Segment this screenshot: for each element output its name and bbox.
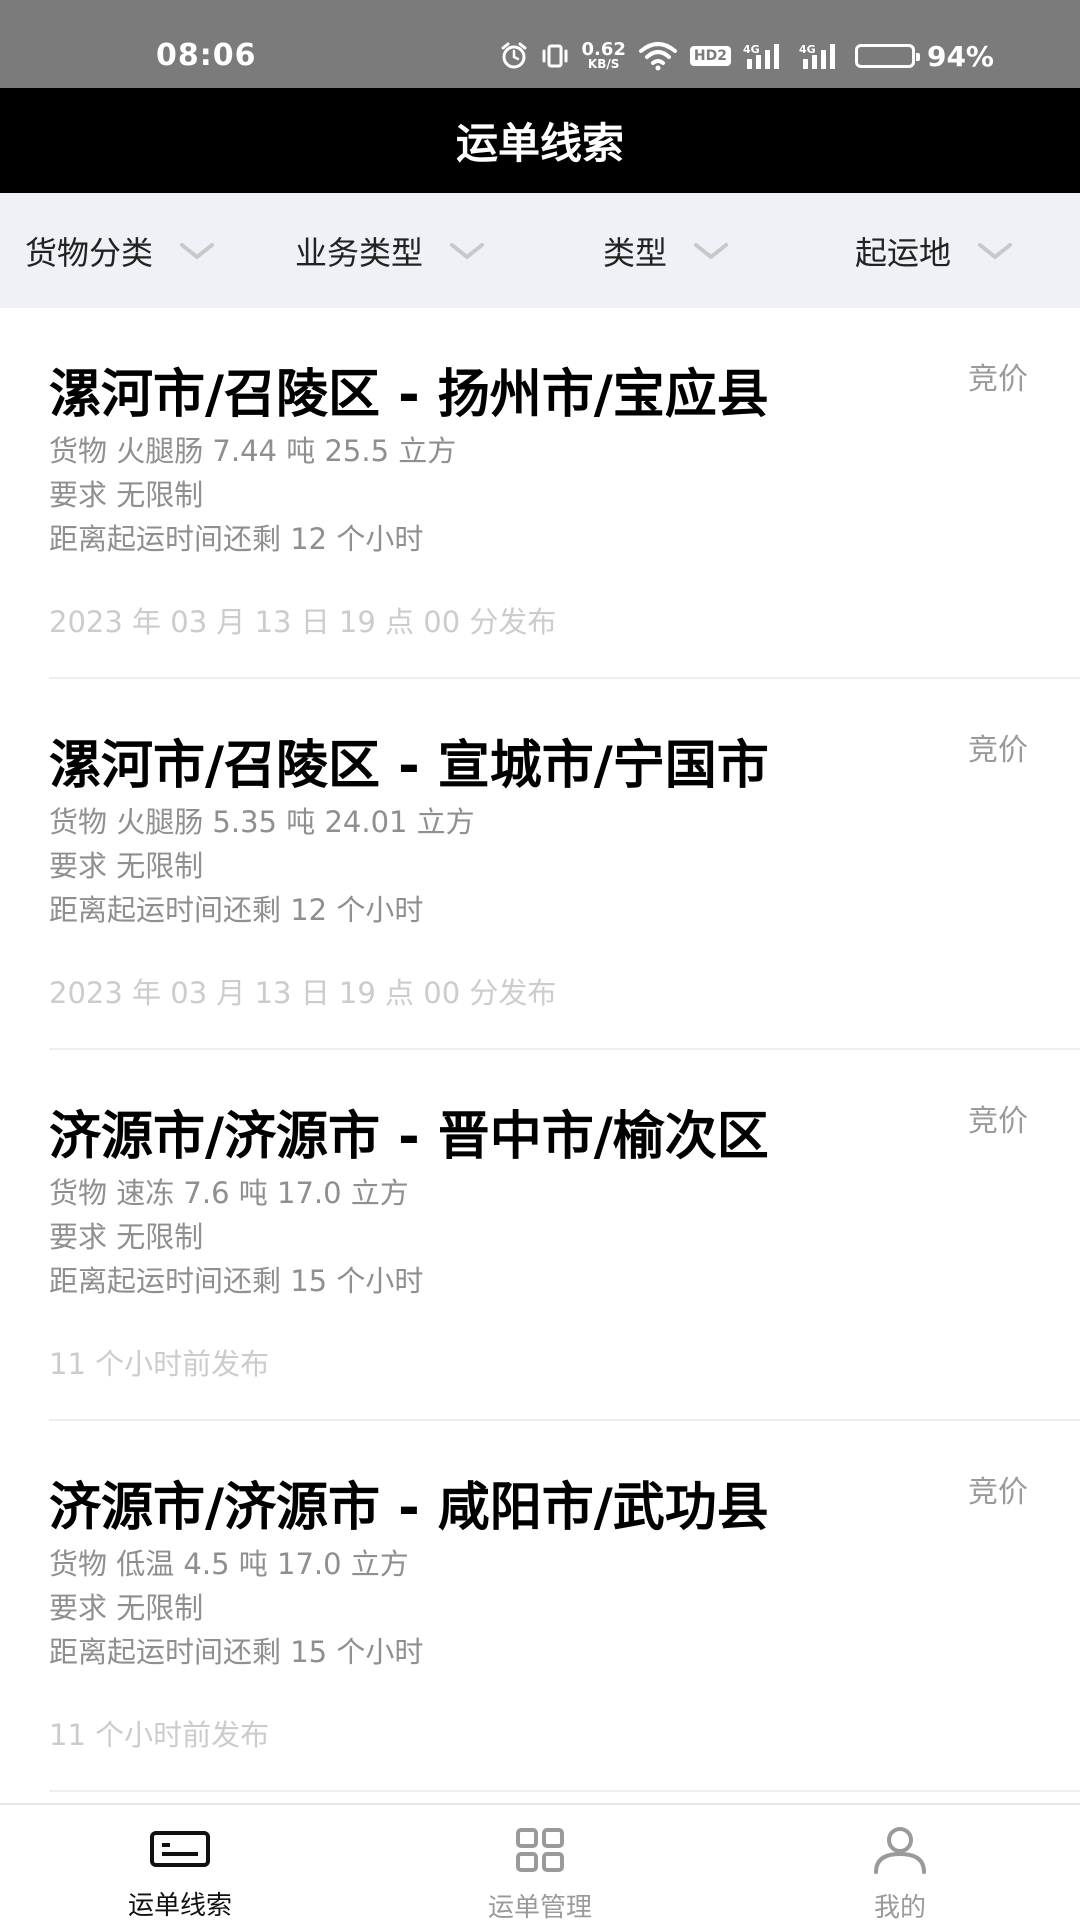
nav-waybill-management[interactable]: 运单管理 — [360, 1805, 720, 1923]
svg-text:4G: 4G — [743, 43, 760, 56]
net-speed: 0.62 KB/S — [581, 39, 626, 71]
order-published-time: 11 个小时前发布 — [49, 1718, 270, 1752]
filter-label: 货物分类 — [25, 233, 154, 272]
chevron-down-icon — [977, 241, 1013, 261]
bidding-tag: 竞价 — [968, 362, 1028, 397]
vibrate-icon — [541, 42, 569, 70]
svg-text:4G: 4G — [799, 43, 816, 56]
alarm-icon — [499, 41, 529, 71]
filter-origin[interactable]: 起运地 — [855, 193, 1013, 308]
filter-cargo-category[interactable]: 货物分类 — [25, 193, 215, 308]
order-requirement: 要求 无限制 — [49, 1220, 204, 1254]
battery-icon — [854, 44, 920, 68]
chevron-down-icon — [449, 241, 485, 261]
order-route: 济源市/济源市 - 咸阳市/武功县 — [49, 1478, 769, 1538]
order-route: 济源市/济源市 - 晋中市/榆次区 — [49, 1107, 769, 1167]
bottom-nav: 运单线索 运单管理 我的 — [0, 1803, 1080, 1923]
grid-icon — [515, 1827, 565, 1873]
page-title: 运单线索 — [455, 119, 624, 168]
nav-label: 我的 — [873, 1893, 926, 1923]
net-speed-unit: KB/S — [587, 57, 620, 71]
order-countdown: 距离起运时间还剩 15 个小时 — [49, 1264, 424, 1298]
order-cargo: 货物 火腿肠 5.35 吨 24.01 立方 — [49, 805, 475, 839]
net-speed-value: 0.62 — [581, 39, 626, 60]
hd-badge: HD2 — [689, 46, 731, 66]
nav-waybill-clues[interactable]: 运单线索 — [0, 1805, 360, 1922]
filter-type[interactable]: 类型 — [603, 193, 729, 308]
signal-icon: 4G — [799, 41, 843, 71]
bidding-tag: 竞价 — [968, 1104, 1028, 1139]
divider — [49, 1790, 1080, 1792]
order-published-time: 2023 年 03 月 13 日 19 点 00 分发布 — [49, 605, 557, 639]
filter-label: 类型 — [603, 233, 668, 272]
order-cargo: 货物 低温 4.5 吨 17.0 立方 — [49, 1547, 409, 1581]
order-card[interactable]: 漯河市/召陵区 - 扬州市/宝应县 竞价 货物 火腿肠 7.44 吨 25.5 … — [0, 308, 1080, 679]
order-published-time: 2023 年 03 月 13 日 19 点 00 分发布 — [49, 976, 557, 1010]
order-card[interactable]: 济源市/济源市 - 晋中市/榆次区 竞价 货物 速冻 7.6 吨 17.0 立方… — [0, 1050, 1080, 1421]
chevron-down-icon — [179, 241, 215, 261]
order-requirement: 要求 无限制 — [49, 478, 204, 512]
bidding-tag: 竞价 — [968, 1475, 1028, 1510]
order-published-time: 11 个小时前发布 — [49, 1347, 270, 1381]
order-countdown: 距离起运时间还剩 12 个小时 — [49, 522, 424, 556]
bidding-tag: 竞价 — [968, 733, 1028, 768]
signal-icon: 4G — [743, 41, 787, 71]
order-requirement: 要求 无限制 — [49, 1591, 204, 1625]
battery-percent: 94% — [926, 39, 994, 73]
order-route: 漯河市/召陵区 - 宣城市/宁国市 — [49, 736, 769, 796]
filter-label: 业务类型 — [295, 233, 424, 272]
order-cargo: 货物 火腿肠 7.44 吨 25.5 立方 — [49, 434, 457, 468]
nav-label: 运单线索 — [127, 1891, 232, 1921]
wifi-icon — [638, 41, 678, 71]
order-card[interactable]: 济源市/济源市 - 咸阳市/武功县 竞价 货物 低温 4.5 吨 17.0 立方… — [0, 1421, 1080, 1792]
order-card[interactable]: 漯河市/召陵区 - 宣城市/宁国市 竞价 货物 火腿肠 5.35 吨 24.01… — [0, 679, 1080, 1050]
order-list: 漯河市/召陵区 - 扬州市/宝应县 竞价 货物 火腿肠 7.44 吨 25.5 … — [0, 308, 1080, 1803]
nav-mine[interactable]: 我的 — [720, 1805, 1080, 1923]
filter-label: 起运地 — [855, 233, 952, 272]
page-title-bar: 运单线索 — [0, 88, 1080, 193]
waybill-clue-icon — [150, 1827, 210, 1871]
status-bar: 08:06 0.62 KB/S HD2 4G 4G 94% — [0, 0, 1080, 88]
person-icon — [872, 1827, 928, 1874]
nav-label: 运单管理 — [487, 1893, 592, 1923]
chevron-down-icon — [693, 241, 729, 261]
order-route: 漯河市/召陵区 - 扬州市/宝应县 — [49, 365, 769, 425]
filter-bar: 货物分类 业务类型 类型 起运地 — [0, 193, 1080, 308]
order-cargo: 货物 速冻 7.6 吨 17.0 立方 — [49, 1176, 409, 1210]
status-icons: 0.62 KB/S HD2 4G 4G 94% — [499, 34, 994, 78]
filter-business-type[interactable]: 业务类型 — [295, 193, 485, 308]
order-requirement: 要求 无限制 — [49, 849, 204, 883]
status-time: 08:06 — [156, 38, 257, 73]
order-countdown: 距离起运时间还剩 12 个小时 — [49, 893, 424, 927]
order-countdown: 距离起运时间还剩 15 个小时 — [49, 1635, 424, 1669]
